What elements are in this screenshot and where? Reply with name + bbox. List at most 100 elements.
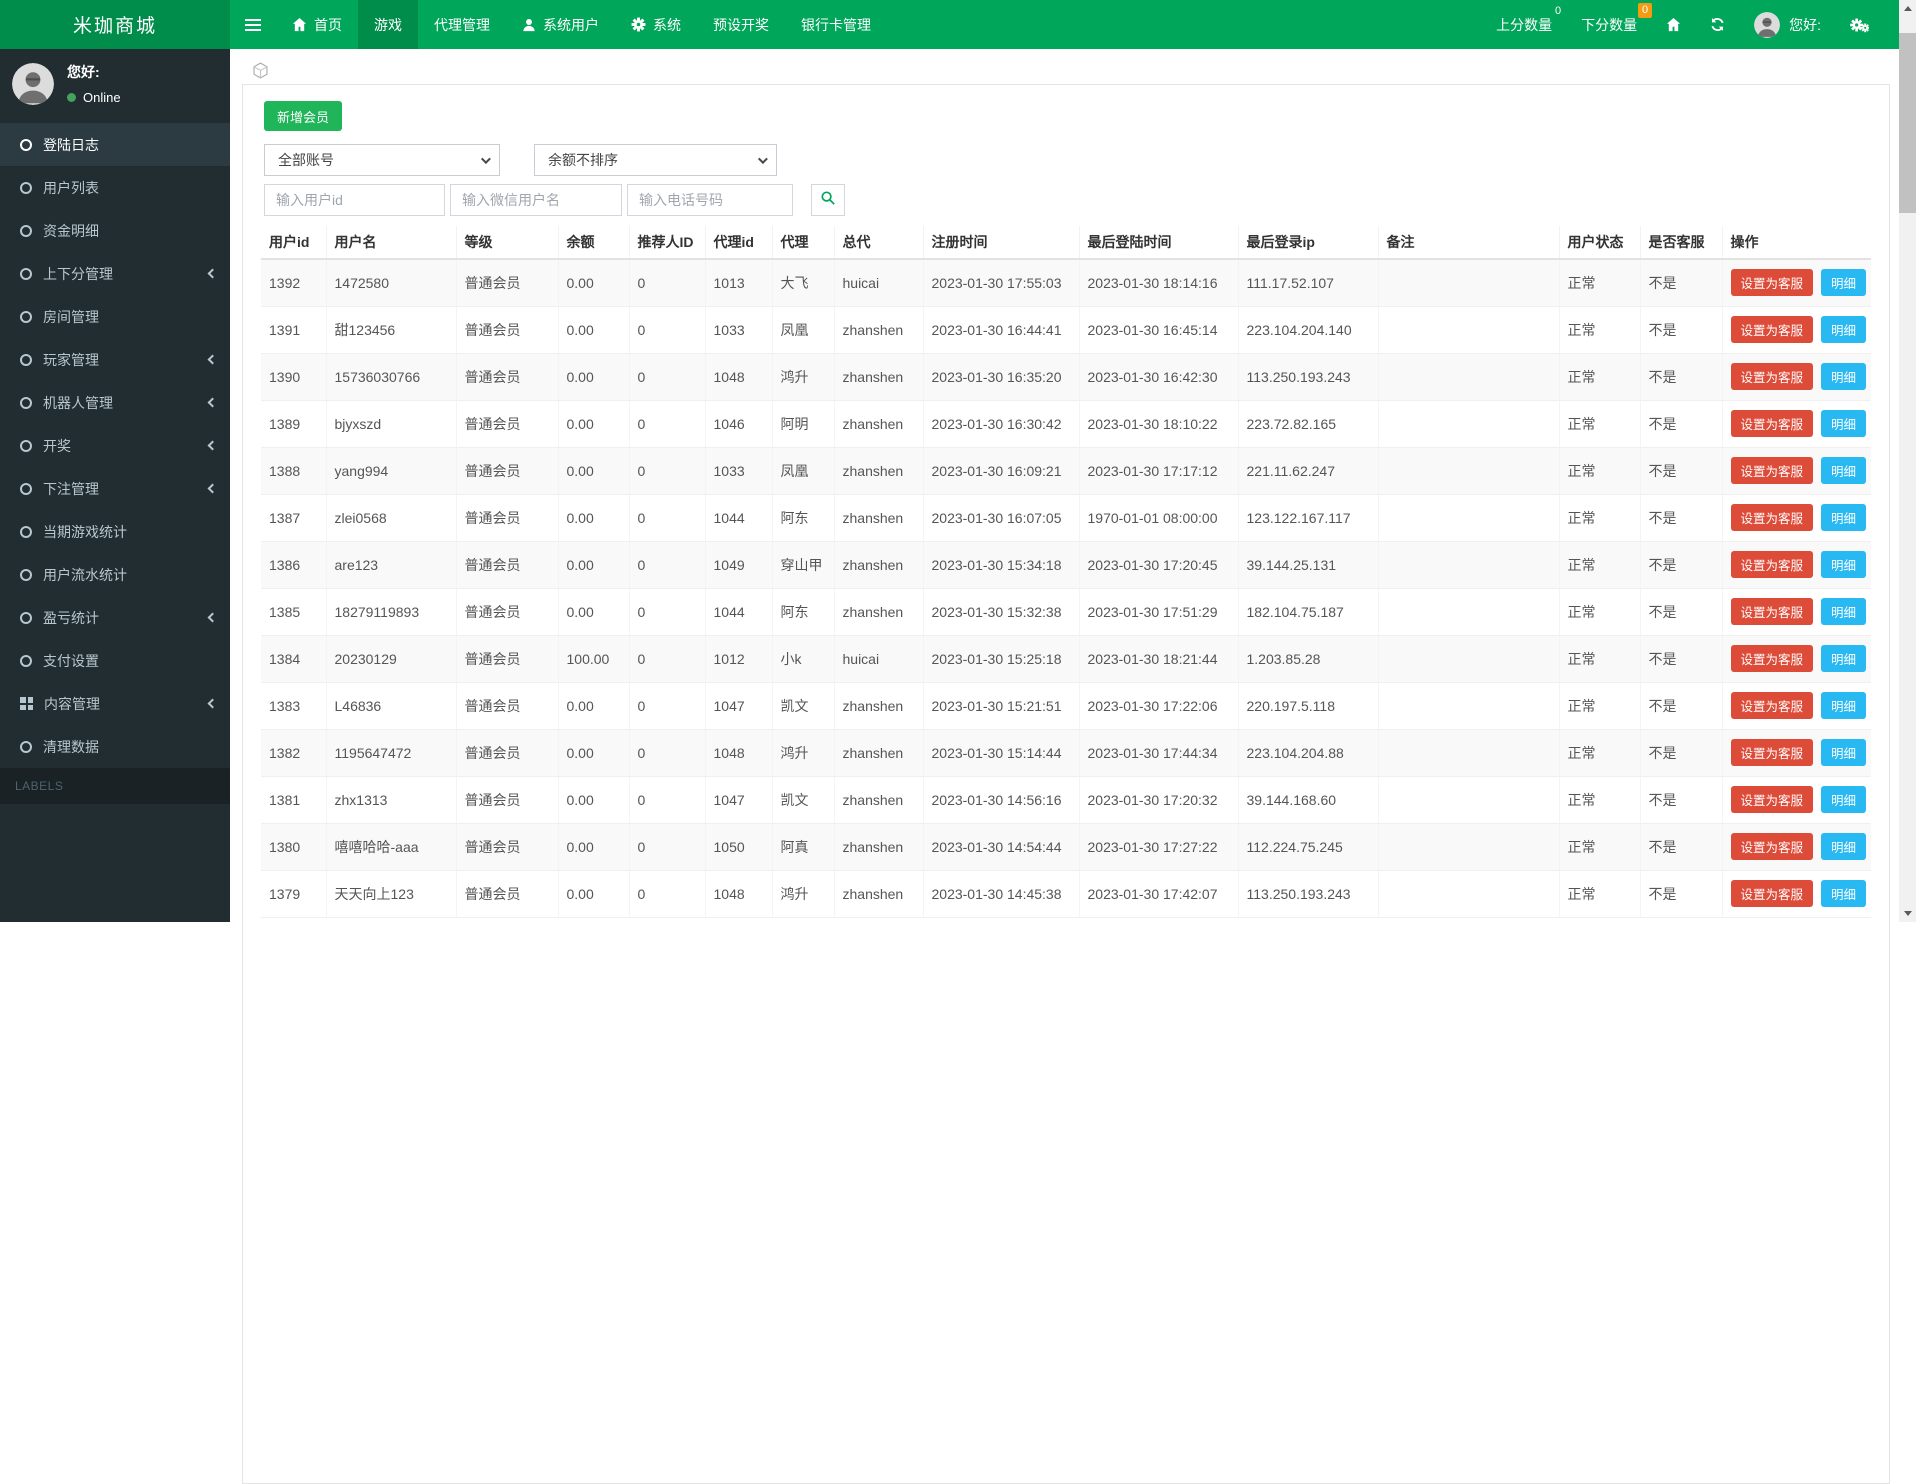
cell-register-time: 2023-01-30 14:54:44: [923, 823, 1079, 870]
cell-agent: 凯文: [772, 776, 834, 823]
set-service-button[interactable]: 设置为客服: [1731, 316, 1814, 343]
set-service-button[interactable]: 设置为客服: [1731, 692, 1814, 719]
brand-logo[interactable]: 米珈商城: [0, 0, 230, 49]
cell-level: 普通会员: [456, 635, 558, 682]
home-icon: [1666, 17, 1681, 32]
detail-button[interactable]: 明细: [1821, 598, 1866, 625]
wechat-username-input[interactable]: [450, 184, 622, 216]
nav-item-7[interactable]: 银行卡管理: [785, 0, 887, 49]
detail-button[interactable]: 明细: [1821, 739, 1866, 766]
cell-remark: [1378, 400, 1559, 447]
cell-agent-id: 1047: [705, 776, 772, 823]
refresh-button[interactable]: [1710, 17, 1725, 32]
detail-button[interactable]: 明细: [1821, 410, 1866, 437]
detail-button[interactable]: 明细: [1821, 457, 1866, 484]
set-service-button[interactable]: 设置为客服: [1731, 833, 1814, 860]
sidebar-item[interactable]: 下注管理: [0, 467, 230, 510]
detail-button[interactable]: 明细: [1821, 316, 1866, 343]
chevron-left-icon: [208, 613, 218, 623]
sidebar-item[interactable]: 用户流水统计: [0, 553, 230, 596]
cell-general-agent: huicai: [834, 635, 923, 682]
sidebar-item[interactable]: 用户列表: [0, 166, 230, 209]
scrollbar-thumb[interactable]: [1899, 33, 1916, 213]
set-service-button[interactable]: 设置为客服: [1731, 598, 1814, 625]
cell-username: are123: [326, 541, 456, 588]
down-score-count-badge: 0: [1638, 3, 1652, 18]
user-id-input[interactable]: [264, 184, 445, 216]
scroll-up-button[interactable]: [1899, 0, 1916, 17]
cell-level: 普通会员: [456, 588, 558, 635]
sidebar-item[interactable]: 登陆日志: [0, 123, 230, 166]
detail-button[interactable]: 明细: [1821, 551, 1866, 578]
cell-register-time: 2023-01-30 16:30:42: [923, 400, 1079, 447]
cell-general-agent: zhanshen: [834, 823, 923, 870]
sidebar-item[interactable]: 资金明细: [0, 209, 230, 252]
cell-level: 普通会员: [456, 823, 558, 870]
sidebar-item[interactable]: 开奖: [0, 424, 230, 467]
detail-button[interactable]: 明细: [1821, 692, 1866, 719]
cell-register-time: 2023-01-30 15:25:18: [923, 635, 1079, 682]
sidebar-item[interactable]: 当期游戏统计: [0, 510, 230, 553]
sidebar-item[interactable]: 支付设置: [0, 639, 230, 682]
account-filter-select[interactable]: 全部账号: [264, 144, 500, 176]
detail-button[interactable]: 明细: [1821, 504, 1866, 531]
set-service-button[interactable]: 设置为客服: [1731, 269, 1814, 296]
set-service-button[interactable]: 设置为客服: [1731, 457, 1814, 484]
scroll-down-button[interactable]: [1899, 905, 1916, 922]
scrollbar[interactable]: [1899, 0, 1916, 922]
detail-button[interactable]: 明细: [1821, 645, 1866, 672]
sidebar-item[interactable]: 内容管理: [0, 682, 230, 725]
settings-button[interactable]: [1850, 17, 1869, 33]
sidebar-toggle-button[interactable]: [230, 0, 276, 49]
sidebar-item[interactable]: 盈亏统计: [0, 596, 230, 639]
main-content: 新增会员 全部账号 余额不排序 用户id用户名等级余额推荐人ID代理id代理总代…: [230, 49, 1899, 922]
balance-sort-select[interactable]: 余额不排序: [534, 144, 777, 176]
sidebar-item-label: 房间管理: [43, 307, 99, 327]
nav-item-5[interactable]: 系统: [615, 0, 697, 49]
phone-number-input[interactable]: [627, 184, 793, 216]
cell-actions: 设置为客服明细: [1722, 776, 1871, 823]
detail-button[interactable]: 明细: [1821, 880, 1866, 907]
nav-item-2[interactable]: 游戏: [358, 0, 418, 49]
up-score-item[interactable]: 上分数量 0: [1496, 0, 1552, 49]
sidebar-item[interactable]: 玩家管理: [0, 338, 230, 381]
sidebar-item[interactable]: 房间管理: [0, 295, 230, 338]
cell-user-id: 1384: [261, 635, 326, 682]
hexagon-icon[interactable]: [252, 62, 269, 84]
online-status-label: Online: [83, 90, 121, 105]
add-member-button[interactable]: 新增会员: [264, 101, 342, 131]
down-score-item[interactable]: 下分数量 0: [1581, 0, 1637, 49]
detail-button[interactable]: 明细: [1821, 833, 1866, 860]
home-button[interactable]: [1666, 17, 1681, 32]
search-button[interactable]: [811, 184, 845, 216]
detail-button[interactable]: 明细: [1821, 786, 1866, 813]
cell-general-agent: zhanshen: [834, 447, 923, 494]
nav-item-3[interactable]: 代理管理: [418, 0, 506, 49]
user-menu[interactable]: 您好:: [1754, 12, 1821, 38]
cell-user-id: 1385: [261, 588, 326, 635]
cell-is-service: 不是: [1640, 494, 1722, 541]
cell-username: 甜123456: [326, 306, 456, 353]
sidebar-item[interactable]: 上下分管理: [0, 252, 230, 295]
set-service-button[interactable]: 设置为客服: [1731, 363, 1814, 390]
set-service-button[interactable]: 设置为客服: [1731, 739, 1814, 766]
nav-item-6[interactable]: 预设开奖: [697, 0, 785, 49]
col-actions: 操作: [1722, 226, 1871, 259]
sidebar-item[interactable]: 清理数据: [0, 725, 230, 768]
cell-agent-id: 1033: [705, 447, 772, 494]
cell-level: 普通会员: [456, 776, 558, 823]
cell-last-login-time: 2023-01-30 17:42:07: [1079, 870, 1238, 917]
detail-button[interactable]: 明细: [1821, 363, 1866, 390]
sidebar-item[interactable]: 机器人管理: [0, 381, 230, 424]
nav-item-1[interactable]: 首页: [276, 0, 358, 49]
set-service-button[interactable]: 设置为客服: [1731, 551, 1814, 578]
set-service-button[interactable]: 设置为客服: [1731, 410, 1814, 437]
set-service-button[interactable]: 设置为客服: [1731, 880, 1814, 907]
cell-referrer-id: 0: [629, 353, 705, 400]
set-service-button[interactable]: 设置为客服: [1731, 786, 1814, 813]
set-service-button[interactable]: 设置为客服: [1731, 504, 1814, 531]
set-service-button[interactable]: 设置为客服: [1731, 645, 1814, 672]
top-navbar: 米珈商城 首页游戏代理管理系统用户系统预设开奖银行卡管理 上分数量 0 下分数量…: [0, 0, 1899, 49]
detail-button[interactable]: 明细: [1821, 269, 1866, 296]
nav-item-4[interactable]: 系统用户: [506, 0, 615, 49]
